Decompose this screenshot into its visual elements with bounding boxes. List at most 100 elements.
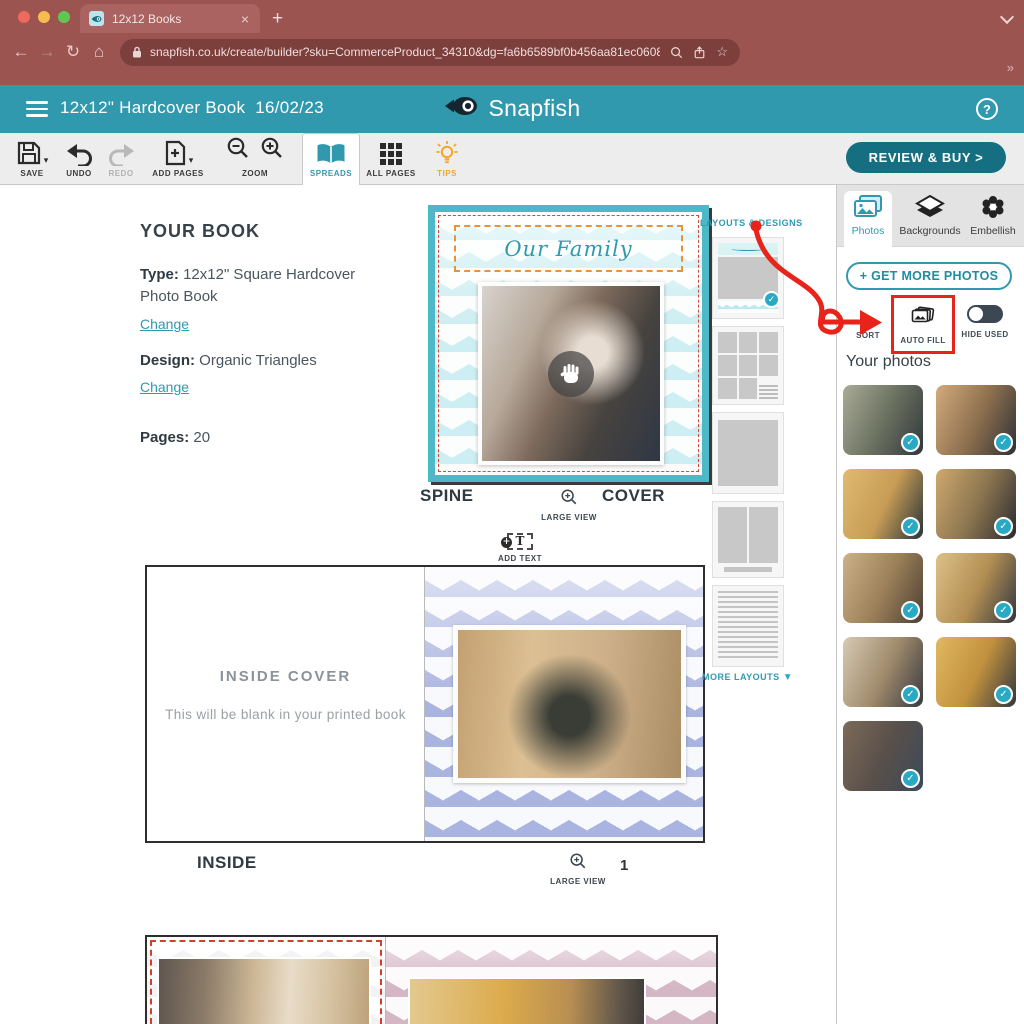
layout-thumbnail-single-photo[interactable] [712, 412, 784, 494]
toggle-switch[interactable] [967, 305, 1003, 323]
photo-thumbnail[interactable]: ✓ [936, 385, 1016, 455]
lock-icon [132, 46, 142, 58]
zoom-page-icon[interactable] [670, 46, 683, 59]
tab-embellish[interactable]: Embellish [965, 191, 1021, 247]
tab-backgrounds[interactable]: Backgrounds [897, 191, 963, 247]
view-spreads-button[interactable]: SPREADS [302, 138, 360, 178]
zoom-in-icon[interactable] [259, 135, 285, 166]
used-check-badge: ✓ [994, 517, 1013, 536]
browser-tab[interactable]: 12x12 Books × [80, 4, 260, 33]
change-design-link[interactable]: Change [140, 379, 189, 395]
zoom-out-icon[interactable] [225, 135, 251, 166]
redo-button[interactable]: REDO [100, 138, 142, 178]
undo-icon [58, 138, 100, 166]
page-one-right[interactable] [425, 567, 703, 841]
change-type-link[interactable]: Change [140, 316, 189, 332]
chevron-down-icon[interactable] [1000, 10, 1014, 24]
used-check-badge: ✓ [901, 601, 920, 620]
forward-icon[interactable]: → [34, 42, 60, 62]
browser-chrome: 12x12 Books × + ← → ↻ ⌂ snapfish.co.uk/c… [0, 0, 1024, 85]
window-controls[interactable] [18, 11, 70, 23]
photo-thumbnail[interactable]: ✓ [936, 553, 1016, 623]
zoom-controls[interactable]: ZOOM [222, 138, 288, 178]
hide-used-toggle[interactable]: HIDE USED [955, 305, 1015, 339]
cover-title-textbox[interactable]: Our Family [454, 225, 683, 272]
used-check-badge: ✓ [994, 685, 1013, 704]
photo-thumbnail[interactable]: ✓ [936, 637, 1016, 707]
page-three-right[interactable] [385, 937, 716, 1024]
inside-cover-note: This will be blank in your printed book [147, 707, 424, 722]
new-tab-button[interactable]: + [272, 8, 283, 30]
sort-button[interactable]: SORT [845, 331, 891, 340]
layout-thumbnail-grid-nine[interactable] [712, 326, 784, 405]
app-header: 12x12" Hardcover Book16/02/23 Snapfish ? [0, 85, 1024, 133]
spreads-book-icon [302, 138, 360, 166]
reload-icon[interactable]: ↻ [60, 42, 86, 62]
photo-thumbnail[interactable]: ✓ [936, 469, 1016, 539]
undo-button[interactable]: UNDO [58, 138, 100, 178]
chrome-overflow-chevrons[interactable]: » [1007, 60, 1014, 75]
book-design-line: Design: Organic Triangles [140, 350, 380, 372]
tips-lightbulb-icon [424, 138, 470, 166]
bookmark-star-icon[interactable]: ☆ [716, 44, 728, 60]
inside-large-view-button[interactable]: LARGE VIEW [543, 852, 613, 886]
photo-thumbnail[interactable]: ✓ [843, 553, 923, 623]
review-and-buy-button[interactable]: REVIEW & BUY > [846, 142, 1006, 173]
layout-thumbnail-two-photo-caption[interactable] [712, 501, 784, 578]
tab-close-icon[interactable]: × [239, 11, 251, 27]
add-pages-icon: ▾ [148, 138, 208, 166]
used-check-badge: ✓ [901, 517, 920, 536]
inside-cover-left-page: INSIDE COVER This will be blank in your … [147, 567, 425, 841]
photo-thumbnail[interactable]: ✓ [843, 721, 923, 791]
photo-thumbnail[interactable]: ✓ [843, 385, 923, 455]
layout-thumbnail-text-page[interactable] [712, 585, 784, 667]
get-more-photos-button[interactable]: + GET MORE PHOTOS [846, 262, 1012, 290]
more-layouts-button[interactable]: MORE LAYOUTS ▼ [702, 672, 793, 683]
inside-cover-spread[interactable]: INSIDE COVER This will be blank in your … [145, 565, 705, 843]
page-two-photo[interactable] [157, 957, 371, 1024]
save-button[interactable]: ▾ SAVE [8, 138, 56, 178]
layout-thumbnail-cover-title-photo[interactable]: ✓ [712, 237, 784, 319]
book-info-panel: YOUR BOOK Type: 12x12" Square Hardcover … [140, 221, 380, 453]
url-text: snapfish.co.uk/create/builder?sku=Commer… [150, 45, 660, 59]
pages-two-three-spread[interactable] [145, 935, 718, 1024]
redo-icon [100, 138, 142, 166]
page-two-left[interactable] [147, 937, 385, 1024]
browser-navbar: ← → ↻ ⌂ snapfish.co.uk/create/builder?sk… [0, 33, 1024, 71]
save-floppy-icon: ▾ [8, 138, 56, 166]
photos-icon [844, 191, 892, 223]
add-text-button[interactable]: T+ ADD TEXT [485, 533, 555, 563]
book-pages-line: Pages: 20 [140, 427, 380, 449]
minimize-window-button[interactable] [38, 11, 50, 23]
cover-photo[interactable] [478, 282, 664, 465]
back-icon[interactable]: ← [8, 42, 34, 62]
page-three-photo[interactable] [408, 977, 646, 1024]
tab-title: 12x12 Books [112, 12, 239, 26]
auto-fill-button[interactable] [910, 304, 936, 331]
layouts-heading: LAYOUTS & DESIGNS [700, 218, 803, 228]
all-pages-grid-icon [362, 138, 420, 166]
zoom-window-button[interactable] [58, 11, 70, 23]
home-icon[interactable]: ⌂ [86, 42, 112, 62]
auto-fill-highlight-box: AUTO FILL [891, 295, 955, 354]
tips-button[interactable]: TIPS [424, 138, 470, 178]
add-text-icon: T+ [507, 533, 533, 550]
selected-check-badge: ✓ [763, 291, 780, 308]
tab-photos[interactable]: Photos [844, 191, 892, 247]
add-pages-button[interactable]: ▾ ADD PAGES [148, 138, 208, 178]
page-one-photo[interactable] [453, 625, 686, 783]
book-type-line: Type: 12x12" Square Hardcover Photo Book [140, 264, 380, 308]
cover-spread[interactable]: Our Family [428, 205, 709, 482]
cover-title-text: Our Family [504, 237, 632, 261]
photo-thumbnail[interactable]: ✓ [843, 637, 923, 707]
photo-thumbnail[interactable]: ✓ [843, 469, 923, 539]
close-window-button[interactable] [18, 11, 30, 23]
cover-large-view-button[interactable]: LARGE VIEW [534, 488, 604, 522]
share-icon[interactable] [693, 46, 706, 59]
backgrounds-icon [897, 191, 963, 223]
view-all-pages-button[interactable]: ALL PAGES [362, 138, 420, 178]
address-bar[interactable]: snapfish.co.uk/create/builder?sku=Commer… [120, 39, 740, 66]
auto-fill-photos-icon [910, 304, 936, 326]
snapfish-favicon-icon [89, 11, 104, 26]
help-button[interactable]: ? [976, 98, 998, 120]
